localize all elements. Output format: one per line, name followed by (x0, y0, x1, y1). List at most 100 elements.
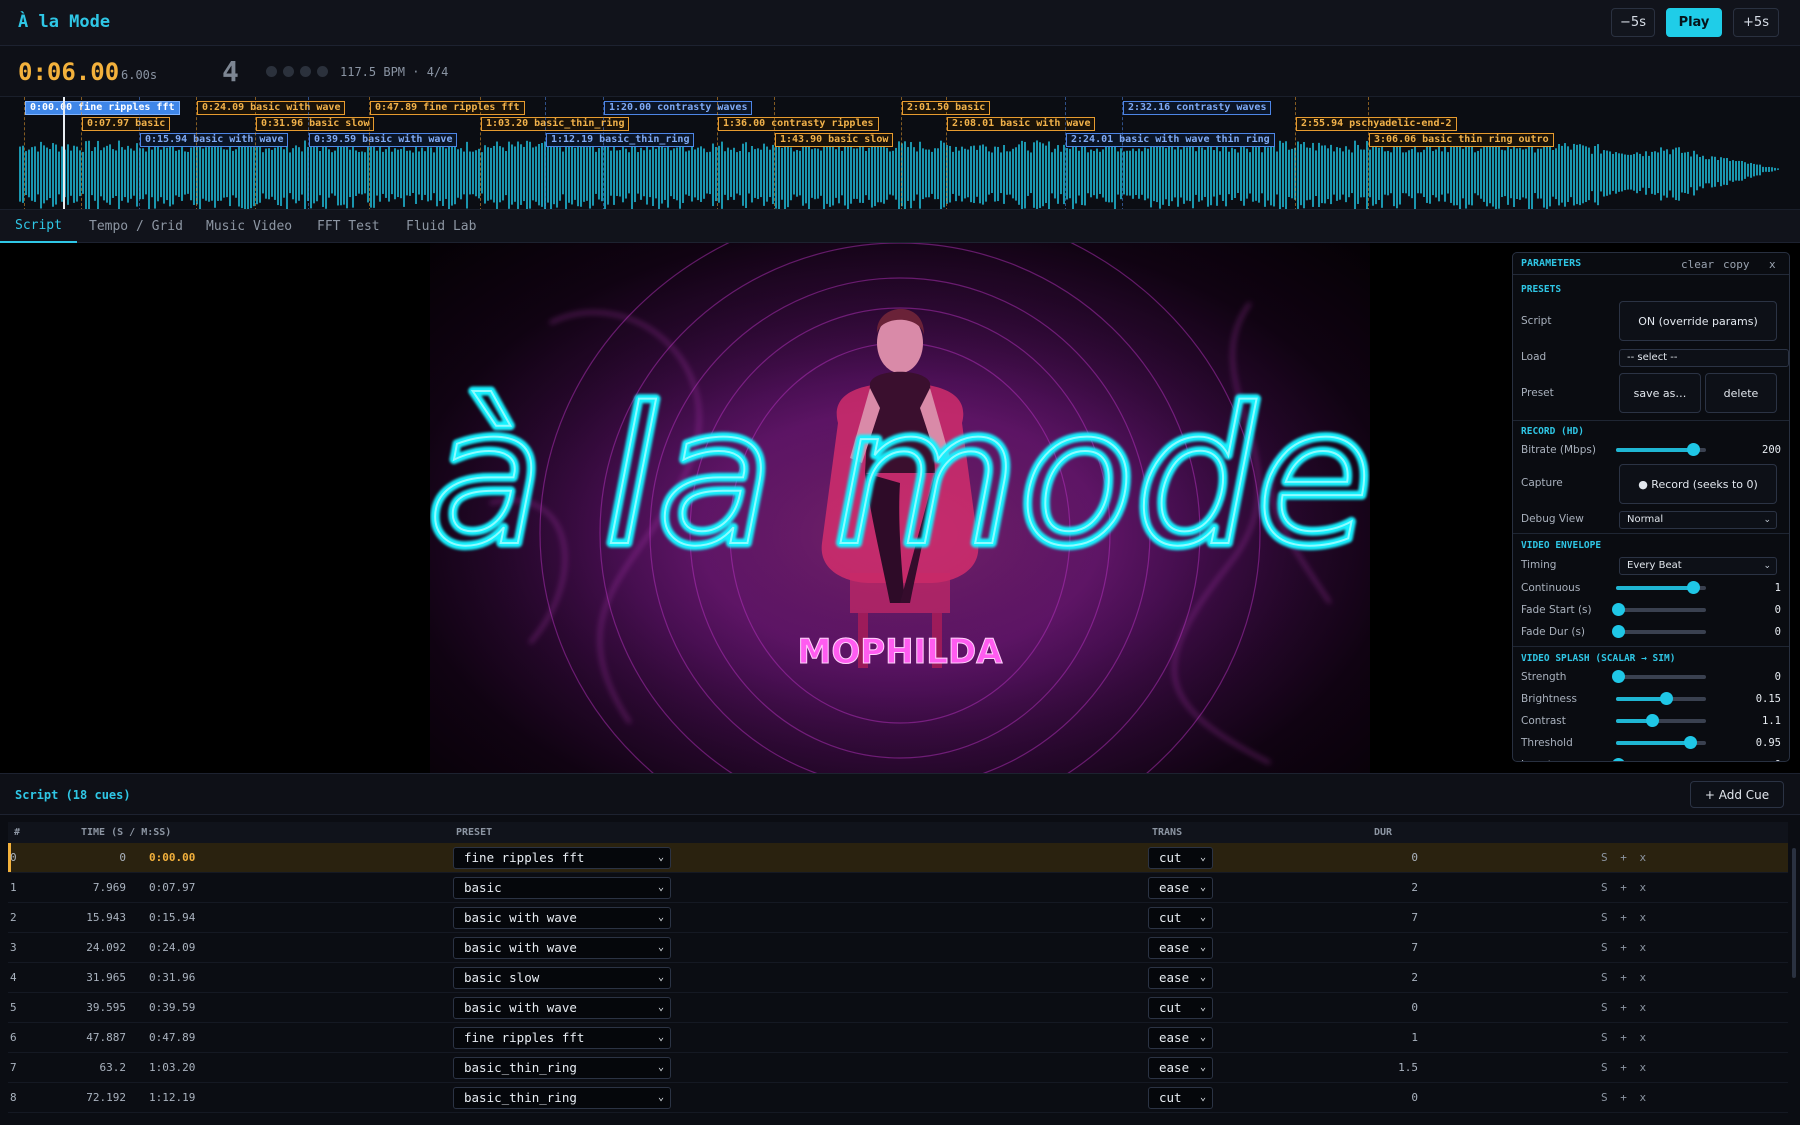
preset-select-value: basic slow (464, 970, 540, 985)
debug-view-select[interactable]: Normal ⌄ (1619, 511, 1777, 529)
bitrate-slider[interactable] (1616, 443, 1706, 457)
cue-marker[interactable]: 2:55.94 pschyadelic-end-2 (1296, 117, 1457, 131)
table-scrollbar[interactable] (1792, 848, 1796, 978)
cue-marker[interactable]: 2:24.01 basic with wave thin ring (1066, 133, 1275, 147)
table-row[interactable]: 2 15.943 0:15.94 basic with wave ⌄ cut ⌄ 7 S + x (8, 903, 1788, 933)
strength-slider[interactable] (1611, 670, 1706, 684)
tab-fluid-lab[interactable]: Fluid Lab (391, 210, 491, 243)
preset-select[interactable]: basic with wave ⌄ (453, 907, 671, 929)
threshold-slider-knob[interactable] (1683, 736, 1697, 749)
cue-marker[interactable]: 1:43.90 basic slow (775, 133, 894, 147)
playhead[interactable] (63, 97, 65, 209)
chevron-down-icon: ⌄ (657, 1092, 664, 1103)
row-duration: 0 (1411, 1001, 1418, 1014)
cue-marker[interactable]: 1:36.00 contrasty ripples (718, 117, 879, 131)
row-actions[interactable]: S + x (1601, 1031, 1646, 1044)
transition-select[interactable]: ease ⌄ (1148, 937, 1213, 959)
row-duration: 2 (1411, 881, 1418, 894)
delete-button[interactable]: delete (1705, 373, 1777, 413)
table-row[interactable]: 0 0 0:00.00 fine ripples fft ⌄ cut ⌄ 0 S + x (8, 843, 1788, 873)
cue-marker[interactable]: 1:12.19 basic_thin_ring (546, 133, 695, 147)
tab-script[interactable]: Script (0, 210, 77, 243)
cue-marker[interactable]: 0:39.59 basic with wave (309, 133, 458, 147)
cue-marker[interactable]: 0:15.94 basic with wave (140, 133, 289, 147)
fade-dur-s-slider[interactable] (1611, 625, 1706, 639)
preset-select[interactable]: fine ripples fft ⌄ (453, 847, 671, 869)
table-row[interactable]: 4 31.965 0:31.96 basic slow ⌄ ease ⌄ 2 S + x (8, 963, 1788, 993)
continuous-slider[interactable] (1616, 581, 1706, 595)
forward-5s-button[interactable]: +5s (1733, 8, 1779, 37)
add-cue-button[interactable]: + Add Cue (1690, 781, 1784, 808)
transition-select[interactable]: ease ⌄ (1148, 1027, 1213, 1049)
preset-select[interactable]: basic_thin_ring ⌄ (453, 1057, 671, 1079)
cue-marker[interactable]: 0:24.09 basic with wave (197, 101, 346, 115)
transition-select[interactable]: cut ⌄ (1148, 907, 1213, 929)
preset-select[interactable]: basic with wave ⌄ (453, 997, 671, 1019)
brightness-slider[interactable] (1616, 692, 1706, 706)
transition-select[interactable]: ease ⌄ (1148, 967, 1213, 989)
timing-select[interactable]: Every Beat ⌄ (1619, 557, 1777, 575)
invert-slider[interactable] (1611, 758, 1706, 761)
row-actions[interactable]: S + x (1601, 911, 1646, 924)
transition-select[interactable]: cut ⌄ (1148, 847, 1213, 869)
row-actions[interactable]: S + x (1601, 881, 1646, 894)
contrast-slider-knob[interactable] (1646, 714, 1659, 727)
tab-tempo-grid[interactable]: Tempo / Grid (74, 210, 198, 243)
play-button[interactable]: Play (1666, 8, 1722, 37)
cue-marker[interactable]: 3:06.06 basic thin ring outro (1369, 133, 1554, 147)
rewind-5s-button[interactable]: −5s (1611, 8, 1655, 37)
cue-marker[interactable]: 0:31.96 basic slow (256, 117, 375, 131)
row-actions[interactable]: S + x (1601, 971, 1646, 984)
script-override-button[interactable]: ON (override params) (1619, 301, 1777, 341)
contrast-slider[interactable] (1616, 714, 1706, 728)
cue-marker[interactable]: 0:47.89 fine ripples fft (370, 101, 525, 115)
col-time: TIME (S / M:SS) (81, 827, 172, 838)
preset-select[interactable]: basic slow ⌄ (453, 967, 671, 989)
transition-select[interactable]: ease ⌄ (1148, 1057, 1213, 1079)
continuous-slider-knob[interactable] (1686, 581, 1700, 594)
threshold-slider[interactable] (1616, 736, 1706, 750)
cue-marker[interactable]: 2:32.16 contrasty waves (1123, 101, 1272, 115)
preset-select[interactable]: basic_thin_ring ⌄ (453, 1087, 671, 1109)
fade-dur-s-slider-knob[interactable] (1611, 625, 1625, 638)
save-as-button[interactable]: save as… (1619, 373, 1701, 413)
row-actions[interactable]: S + x (1601, 941, 1646, 954)
table-row[interactable]: 3 24.092 0:24.09 basic with wave ⌄ ease ⌄ 7 S + … (8, 933, 1788, 963)
cue-marker[interactable]: 1:20.00 contrasty waves (604, 101, 753, 115)
table-row[interactable]: 1 7.969 0:07.97 basic ⌄ ease ⌄ 2 S + x (8, 873, 1788, 903)
preset-select[interactable]: fine ripples fft ⌄ (453, 1027, 671, 1049)
row-actions[interactable]: S + x (1601, 1001, 1646, 1014)
tab-music-video[interactable]: Music Video (191, 210, 307, 243)
fade-start-s-slider[interactable] (1611, 603, 1706, 617)
table-row[interactable]: 5 39.595 0:39.59 basic with wave ⌄ cut ⌄ 0 S + x (8, 993, 1788, 1023)
table-row[interactable]: 7 63.2 1:03.20 basic_thin_ring ⌄ ease ⌄ 1.5 S + … (8, 1053, 1788, 1083)
row-actions[interactable]: S + x (1601, 851, 1646, 864)
transition-select[interactable]: ease ⌄ (1148, 877, 1213, 899)
cue-marker[interactable]: 1:03.20 basic_thin_ring (481, 117, 630, 131)
transition-select[interactable]: cut ⌄ (1148, 1087, 1213, 1109)
invert-slider-knob[interactable] (1611, 758, 1625, 761)
clear-button[interactable]: clear (1681, 258, 1714, 271)
copy-button[interactable]: copy (1723, 258, 1750, 271)
transition-select[interactable]: cut ⌄ (1148, 997, 1213, 1019)
bitrate-slider-knob[interactable] (1686, 443, 1700, 456)
close-icon[interactable]: x (1769, 258, 1776, 271)
table-row[interactable]: 6 47.887 0:47.89 fine ripples fft ⌄ ease ⌄ 1 S +… (8, 1023, 1788, 1053)
strength-slider-knob[interactable] (1611, 670, 1625, 683)
row-actions[interactable]: S + x (1601, 1061, 1646, 1074)
record-button[interactable]: ● Record (seeks to 0) (1619, 464, 1777, 504)
cue-marker[interactable]: 2:08.01 basic with wave (947, 117, 1096, 131)
preset-select[interactable]: basic ⌄ (453, 877, 671, 899)
row-actions[interactable]: S + x (1601, 1091, 1646, 1104)
tab-fft-test[interactable]: FFT Test (302, 210, 395, 243)
brightness-slider-knob[interactable] (1659, 692, 1673, 705)
cue-marker[interactable]: 0:07.97 basic (82, 117, 171, 131)
fade-start-s-slider-knob[interactable] (1611, 603, 1625, 616)
preset-select[interactable]: basic with wave ⌄ (453, 937, 671, 959)
load-select[interactable]: -- select -- (1619, 349, 1789, 367)
waveform-timeline[interactable]: 0:00.00 fine ripples fft 0:07.97 basic 0:1… (0, 96, 1800, 210)
row-duration: 0 (1411, 851, 1418, 864)
table-row[interactable]: 8 72.192 1:12.19 basic_thin_ring ⌄ cut ⌄ 0 S + x (8, 1083, 1788, 1113)
cue-marker[interactable]: 0:00.00 fine ripples fft (25, 101, 180, 115)
chevron-down-icon: ⌄ (1763, 515, 1771, 525)
